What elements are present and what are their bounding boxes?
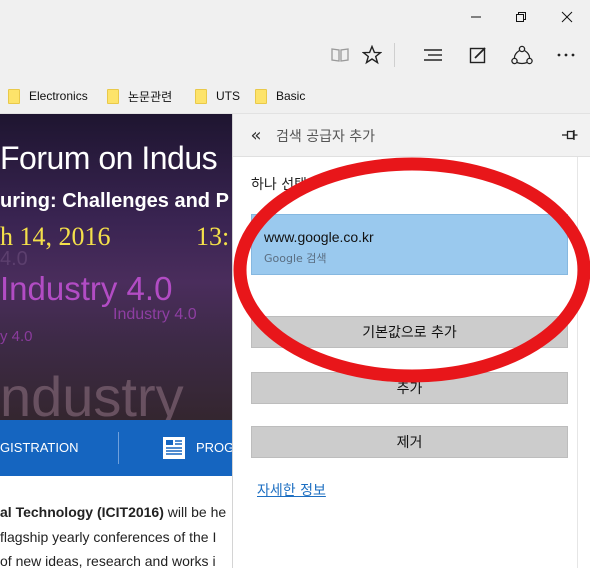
minimize-icon: [471, 16, 481, 17]
document-icon: [163, 437, 185, 459]
engine-subtitle: Google 검색: [264, 252, 327, 265]
favorite-item-papers[interactable]: 논문관련: [107, 86, 172, 106]
favorite-label: Basic: [276, 89, 306, 103]
double-chevron-left-icon: «: [250, 124, 262, 146]
back-button[interactable]: «: [245, 124, 267, 146]
nav-program-link[interactable]: PROG: [196, 440, 232, 455]
more-icon: [557, 53, 575, 57]
panel-title: 검색 공급자 추가: [276, 129, 376, 145]
add-button[interactable]: 추가: [251, 372, 568, 404]
favorite-item-uts[interactable]: UTS: [195, 86, 240, 106]
add-search-provider-panel: « 검색 공급자 추가 하나 선택 www.google.co.kr Googl…: [232, 114, 590, 568]
restore-button[interactable]: [498, 0, 544, 33]
folder-icon: [195, 88, 207, 104]
close-icon: [561, 11, 573, 22]
hub-button[interactable]: [413, 33, 453, 77]
banner-date: h 14, 2016: [0, 222, 111, 251]
web-note-icon: [469, 47, 486, 64]
more-button[interactable]: [546, 33, 586, 77]
web-note-button[interactable]: [458, 33, 498, 77]
banner-industry-small-2: y 4.0: [0, 328, 33, 345]
toolbar-separator: [394, 43, 395, 67]
pin-icon: [562, 130, 578, 140]
share-button[interactable]: [502, 33, 542, 77]
banner-industry-small: Industry 4.0: [113, 306, 197, 323]
restore-icon: [516, 11, 526, 22]
panel-header: « 검색 공급자 추가: [233, 114, 590, 156]
body-line-1: al Technology (ICIT2016) will be he: [0, 500, 232, 525]
webpage-content: 4.0 Forum on Indus uring: Challenges and…: [0, 114, 232, 568]
reading-view-icon: [331, 48, 349, 62]
page-body-text: al Technology (ICIT2016) will be he flag…: [0, 500, 232, 568]
body-line-2: flagship yearly conferences of the I: [0, 528, 217, 545]
engine-url: www.google.co.kr: [264, 229, 374, 245]
favorite-item-electronics[interactable]: Electronics: [8, 86, 88, 106]
banner-time: 13:: [196, 222, 230, 251]
more-info-link[interactable]: 자세한 정보: [257, 480, 326, 500]
banner-subtitle: uring: Challenges and P: [0, 190, 229, 212]
favorite-label: 논문관련: [128, 89, 173, 104]
body-line-3: of new ideas, research and works i: [0, 553, 216, 568]
minimize-button[interactable]: [453, 0, 499, 33]
body-line-1-bold: al Technology (ICIT2016): [0, 504, 164, 520]
favorite-item-basic[interactable]: Basic: [255, 86, 305, 106]
favorites-bar: Electronics 논문관련 UTS Basic: [0, 77, 590, 114]
folder-icon: [8, 88, 20, 104]
folder-icon: [255, 88, 267, 104]
title-bar: [0, 0, 590, 33]
body-line-1-rest: will be he: [163, 504, 227, 520]
conference-banner: 4.0 Forum on Indus uring: Challenges and…: [0, 114, 232, 420]
banner-industry-text: Industry 4.0: [0, 270, 173, 307]
choose-one-label: 하나 선택: [251, 177, 307, 193]
favorite-label: UTS: [216, 89, 240, 103]
pin-button[interactable]: [559, 126, 581, 144]
panel-divider: [233, 156, 590, 157]
panel-scrollbar[interactable]: [577, 157, 590, 568]
nav-divider: [118, 432, 119, 464]
share-icon: [511, 45, 533, 65]
browser-toolbar: [0, 33, 590, 77]
search-engine-item[interactable]: www.google.co.kr Google 검색: [251, 214, 568, 275]
remove-button[interactable]: 제거: [251, 426, 568, 458]
favorite-label: Electronics: [29, 89, 88, 103]
hub-icon: [424, 49, 442, 61]
site-nav: GISTRATION PROG: [0, 420, 232, 476]
banner-title: Forum on Indus: [0, 140, 218, 176]
close-button[interactable]: [544, 0, 590, 33]
favorite-star-icon: [362, 45, 382, 65]
add-as-default-button[interactable]: 기본값으로 추가: [251, 316, 568, 348]
favorite-button[interactable]: [352, 33, 392, 77]
banner-industry-large: ndustry: [0, 365, 184, 420]
folder-icon: [107, 88, 119, 104]
nav-registration-link[interactable]: GISTRATION: [0, 440, 78, 455]
